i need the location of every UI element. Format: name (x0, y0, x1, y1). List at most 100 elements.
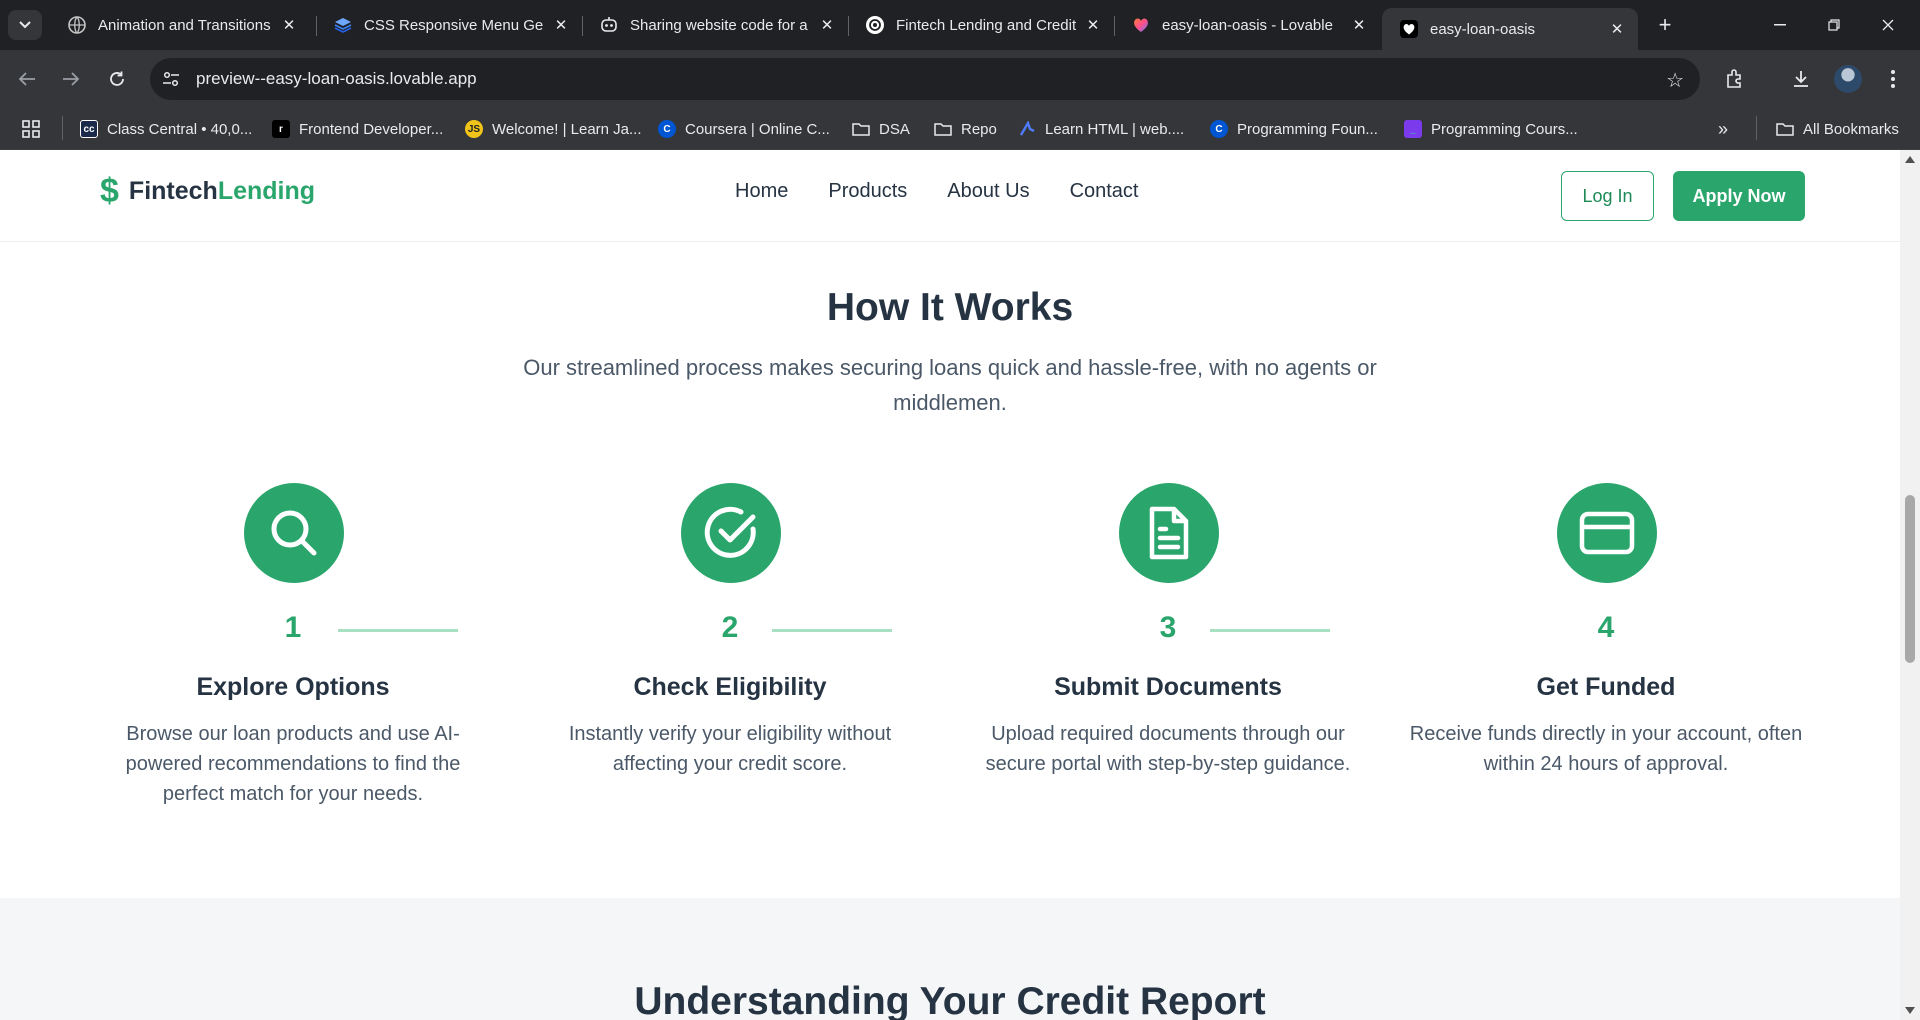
coursera-icon: C (1210, 120, 1228, 138)
browser-tab[interactable]: CSS Responsive Menu Gen ✕ (316, 8, 582, 42)
heart-icon (1400, 20, 1418, 38)
site-header: $ Fintech Lending Home Products About Us … (0, 150, 1900, 242)
step-icon-circle (1119, 483, 1219, 583)
tab-title: Sharing website code for a (630, 16, 808, 34)
bookmark-label: Repo (961, 120, 997, 138)
bookmark-label: Learn HTML | web.... (1045, 120, 1185, 138)
bookmark-label: Class Central • 40,0... (107, 120, 253, 138)
all-bookmarks-folder[interactable]: All Bookmarks (1776, 116, 1899, 142)
address-bar[interactable]: preview--easy-loan-oasis.lovable.app ☆ (150, 58, 1700, 100)
reload-icon (110, 71, 124, 86)
login-button[interactable]: Log In (1561, 171, 1654, 221)
tab-search-button[interactable] (8, 10, 42, 40)
close-icon[interactable]: ✕ (552, 16, 570, 34)
bookmark-item[interactable]: C Programming Foun... (1210, 116, 1378, 142)
bookmark-label: Programming Foun... (1237, 120, 1378, 138)
browser-toolbar: preview--easy-loan-oasis.lovable.app ☆ (0, 50, 1920, 108)
bookmark-item[interactable]: r Frontend Developer... (272, 116, 443, 142)
bookmark-folder[interactable]: DSA (852, 116, 910, 142)
back-button[interactable] (12, 64, 42, 94)
document-icon (1149, 506, 1189, 560)
close-icon[interactable]: ✕ (280, 16, 298, 34)
nav-about-us[interactable]: About Us (947, 180, 1029, 203)
restore-icon (1828, 19, 1840, 31)
step-connector (1210, 629, 1330, 632)
tab-title: Animation and Transitions (98, 16, 271, 34)
step-connector (338, 629, 458, 632)
new-tab-button[interactable]: + (1652, 12, 1678, 38)
restore-button[interactable] (1814, 10, 1854, 40)
bookmark-item[interactable]: _ Programming Cours... (1404, 116, 1578, 142)
bookmark-item[interactable]: Learn HTML | web.... (1018, 116, 1184, 142)
site-info-icon[interactable] (154, 62, 188, 96)
close-icon[interactable]: ✕ (1084, 16, 1102, 34)
nav-home[interactable]: Home (735, 180, 788, 203)
bookmark-item[interactable]: JS Welcome! | Learn Ja... (465, 116, 642, 142)
extensions-icon[interactable] (1722, 66, 1748, 92)
minimize-button[interactable] (1760, 10, 1800, 40)
main-nav: Home Products About Us Contact (735, 180, 1139, 203)
close-icon (1882, 19, 1894, 31)
browser-tab-active[interactable]: easy-loan-oasis ✕ (1382, 8, 1638, 50)
more-bookmarks-icon[interactable]: » (1718, 116, 1728, 142)
page-scrollbar[interactable] (1900, 150, 1920, 1020)
forward-button[interactable] (56, 64, 86, 94)
heart-gradient-icon (1132, 16, 1150, 34)
bookmark-star-icon[interactable]: ☆ (1666, 68, 1684, 93)
layers-icon (334, 16, 352, 34)
reload-button[interactable] (102, 64, 132, 94)
url-text[interactable]: preview--easy-loan-oasis.lovable.app (196, 69, 477, 89)
browser-tab[interactable]: Fintech Lending and Credit ✕ (848, 8, 1114, 42)
step-title: Explore Options (196, 673, 390, 701)
brand-logo[interactable]: $ Fintech Lending (100, 174, 315, 208)
more-menu-icon[interactable] (1880, 66, 1906, 92)
step-title: Get Funded (1536, 673, 1676, 701)
browser-tab[interactable]: easy-loan-oasis - Lovable ✕ (1114, 8, 1380, 42)
how-it-works-subtitle: Our streamlined process makes securing l… (523, 355, 1377, 415)
bookmark-label: Frontend Developer... (299, 120, 444, 138)
search-icon (271, 510, 317, 556)
folder-icon (1776, 120, 1794, 138)
close-icon[interactable]: ✕ (1608, 20, 1626, 38)
classcentral-icon: cc (80, 120, 98, 138)
bookmark-label: All Bookmarks (1803, 120, 1899, 138)
nav-products[interactable]: Products (828, 180, 907, 203)
browser-tab[interactable]: Animation and Transitions ✕ (50, 8, 310, 42)
step-number: 2 (721, 611, 739, 644)
openai-icon (866, 16, 884, 34)
bookmark-item[interactable]: C Coursera | Online C... (658, 116, 830, 142)
tab-title: Fintech Lending and Credit (896, 16, 1076, 34)
bookmark-label: DSA (879, 120, 910, 138)
scroll-up-arrow[interactable] (1905, 156, 1915, 163)
globe-icon (68, 16, 86, 34)
close-window-button[interactable] (1868, 10, 1908, 40)
bookmark-label: Programming Cours... (1431, 120, 1578, 138)
browser-tab[interactable]: Sharing website code for a ✕ (582, 8, 848, 42)
nav-contact[interactable]: Contact (1070, 180, 1139, 203)
frontend-mentor-icon: r (272, 120, 290, 138)
profile-avatar[interactable] (1834, 65, 1862, 93)
scroll-thumb[interactable] (1905, 495, 1915, 663)
apply-now-button[interactable]: Apply Now (1673, 171, 1805, 221)
step-icon-circle (681, 483, 781, 583)
javascript-icon: JS (465, 120, 483, 138)
close-icon[interactable]: ✕ (1350, 16, 1368, 34)
bookmark-item[interactable]: cc Class Central • 40,0... (80, 116, 252, 142)
brand-name-part1: Fintech (128, 176, 218, 205)
download-icon[interactable] (1788, 66, 1814, 92)
scroll-down-arrow[interactable] (1905, 1007, 1915, 1014)
tab-title: CSS Responsive Menu Gen (364, 16, 544, 34)
bookmark-folder[interactable]: Repo (934, 116, 997, 142)
step-title: Check Eligibility (633, 673, 827, 701)
chatbot-icon (600, 16, 618, 34)
arrow-right-icon (63, 72, 80, 86)
step-description: Instantly verify your eligibility withou… (568, 723, 892, 775)
credit-report-title: Understanding Your Credit Report (634, 980, 1266, 1020)
close-icon[interactable]: ✕ (818, 16, 836, 34)
learn-html-icon (1018, 120, 1036, 138)
step-description: Receive funds directly in your account, … (1409, 723, 1803, 775)
apps-grid-icon[interactable] (22, 116, 40, 142)
brand-name-part2: Lending (217, 176, 316, 205)
programming-courses-icon: _ (1404, 120, 1422, 138)
how-it-works-title: How It Works (826, 286, 1074, 329)
